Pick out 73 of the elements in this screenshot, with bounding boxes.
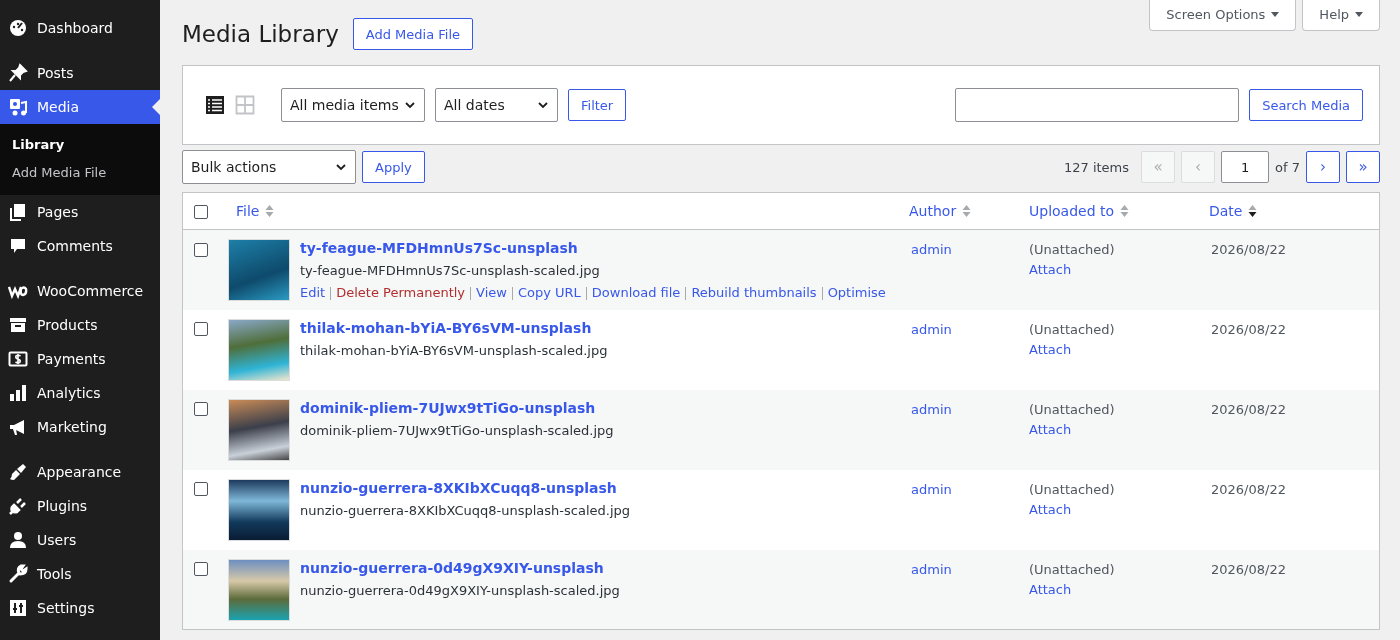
search-media-button[interactable]: Search Media <box>1249 89 1363 121</box>
sidebar-item[interactable]: Payments <box>0 342 160 376</box>
author-link[interactable]: admin <box>911 401 952 417</box>
apply-button[interactable]: Apply <box>362 151 425 183</box>
sidebar-item[interactable]: Analytics <box>0 376 160 410</box>
file-name: ty-feague-MFDHmnUs7Sc-unsplash-scaled.jpg <box>300 263 601 279</box>
upload-date: 2026/08/22 <box>1211 561 1286 577</box>
attachment-status: (Unattached) <box>1029 400 1116 419</box>
file-name: nunzio-guerrera-0d49gX9XIY-unsplash-scaled.jpg <box>300 582 620 599</box>
column-header[interactable]: File <box>236 203 275 219</box>
row-action-link[interactable]: Optimise <box>827 285 886 301</box>
pagination-button[interactable]: › <box>1306 151 1340 183</box>
sidebar-item[interactable]: Comments <box>0 229 160 263</box>
author-link[interactable]: admin <box>911 321 952 337</box>
submenu-item[interactable]: Add Media File <box>0 159 160 187</box>
sidebar-item[interactable]: Products <box>0 308 160 342</box>
sidebar-item[interactable]: Marketing <box>0 410 160 444</box>
row-action-link[interactable]: Copy URL <box>517 285 581 301</box>
column-header[interactable]: Author <box>909 203 972 219</box>
row-action-link[interactable]: Rebuild thumbnails <box>691 285 817 301</box>
page-title: Media Library <box>182 21 339 47</box>
file-title-link[interactable]: nunzio-guerrera-0d49gX9XIY-unsplash <box>300 558 620 577</box>
sidebar-item[interactable]: Appearance <box>0 455 160 489</box>
attachment-status: (Unattached) <box>1029 480 1116 499</box>
file-title-link[interactable]: thilak-mohan-bYiA-BY6sVM-unsplash <box>300 318 608 337</box>
file-name: thilak-mohan-bYiA-BY6sVM-unsplash-scaled.jpg <box>300 342 608 359</box>
add-media-button[interactable]: Add Media File <box>352 18 474 50</box>
sidebar-item[interactable]: Users <box>0 523 160 557</box>
sidebar-item[interactable]: Dashboard <box>0 11 160 45</box>
upload-date: 2026/08/22 <box>1211 481 1286 497</box>
file-title-link[interactable]: dominik-pliem-7UJwx9tTiGo-unsplash <box>300 398 614 417</box>
attachment-status: (Unattached) <box>1029 320 1116 339</box>
attach-link[interactable]: Attach <box>1029 341 1072 357</box>
sidebar-item[interactable]: Pages <box>0 195 160 229</box>
row-action-link[interactable]: Delete Permanently <box>336 285 466 301</box>
pagination-button[interactable]: » <box>1346 151 1380 183</box>
attach-link[interactable]: Attach <box>1029 262 1072 277</box>
media-type-select[interactable]: All media items <box>281 88 425 122</box>
file-name: nunzio-guerrera-8XKIbXCuqq8-unsplash-scaled.jpg <box>300 502 630 519</box>
page-number-field[interactable]: 1 <box>1221 151 1270 183</box>
file-title-link[interactable]: ty-feague-MFDHmnUs7Sc-unsplash <box>300 239 886 257</box>
upload-date: 2026/08/22 <box>1211 401 1286 417</box>
attach-link[interactable]: Attach <box>1029 421 1072 437</box>
filter-button[interactable]: Filter <box>568 89 627 121</box>
item-count: 127 items <box>1063 159 1130 175</box>
page-total: of 7 <box>1275 159 1300 175</box>
attachment-status: (Unattached) <box>1029 560 1116 579</box>
date-select[interactable]: All dates <box>435 88 558 122</box>
column-header[interactable]: Date <box>1209 203 1258 219</box>
author-link[interactable]: admin <box>911 561 952 577</box>
sidebar-item[interactable]: Plugins <box>0 489 160 523</box>
screen-meta-tab[interactable]: Help <box>1302 0 1380 31</box>
row-action-link[interactable]: View <box>476 285 507 301</box>
author-link[interactable]: admin <box>911 481 952 497</box>
sidebar-item[interactable]: Posts <box>0 56 160 90</box>
attach-link[interactable]: Attach <box>1029 581 1072 597</box>
sidebar-item[interactable]: WooCommerce <box>0 274 160 308</box>
column-header[interactable]: Uploaded to <box>1029 203 1130 219</box>
attach-link[interactable]: Attach <box>1029 501 1072 517</box>
sidebar-item[interactable]: Media <box>0 90 160 124</box>
file-title-link[interactable]: nunzio-guerrera-8XKIbXCuqq8-unsplash <box>300 478 630 497</box>
submenu-item[interactable]: Library <box>0 131 160 159</box>
row-action-link[interactable]: Edit <box>300 285 326 301</box>
file-name: dominik-pliem-7UJwx9tTiGo-unsplash-scaled.jpg <box>300 422 614 439</box>
sidebar-item[interactable]: Settings <box>0 591 160 625</box>
sidebar-item[interactable]: Tools <box>0 557 160 591</box>
attachment-status: (Unattached) <box>1029 241 1116 259</box>
upload-date: 2026/08/22 <box>1211 242 1286 257</box>
screen-meta-tab[interactable]: Screen Options <box>1149 0 1297 31</box>
author-link[interactable]: admin <box>911 242 952 257</box>
upload-date: 2026/08/22 <box>1211 321 1286 337</box>
bulk-actions-select[interactable]: Bulk actions <box>182 150 356 184</box>
row-action-link[interactable]: Download file <box>591 285 681 301</box>
